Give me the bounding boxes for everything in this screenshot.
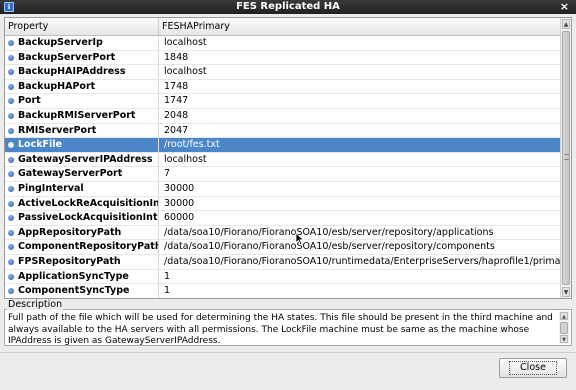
- table-row[interactable]: GatewayServerIPAddress localhost: [5, 152, 561, 168]
- desc-scroll-up-icon[interactable]: ▲: [560, 312, 568, 320]
- property-name-cell[interactable]: BackupHAIPAddress: [5, 65, 159, 80]
- desc-scrollbar-thumb[interactable]: [560, 322, 568, 334]
- property-name: BackupServerPort: [18, 51, 116, 63]
- property-name-cell[interactable]: Port: [5, 94, 159, 109]
- property-name-cell[interactable]: BackupRMIServerPort: [5, 108, 159, 123]
- property-name: RMIServerPort: [18, 124, 97, 136]
- table-header: Property FESHAPrimary: [5, 18, 561, 36]
- property-name-cell[interactable]: LockFile: [5, 138, 159, 153]
- property-value-cell[interactable]: 30000: [159, 197, 561, 211]
- table-row[interactable]: BackupRMIServerPort 2048: [5, 108, 561, 124]
- table-row[interactable]: Port 1747: [5, 94, 561, 109]
- description-scrollbar[interactable]: ▲ ▼: [559, 311, 570, 344]
- property-value-cell[interactable]: 1: [159, 284, 561, 298]
- property-name: PingInterval: [18, 182, 84, 194]
- table-row[interactable]: BackupServerIp localhost: [5, 36, 561, 51]
- property-name: BackupHAIPAddress: [18, 66, 126, 78]
- property-value-cell[interactable]: 1: [159, 270, 561, 284]
- scroll-up-arrow-icon[interactable]: ▲: [562, 19, 570, 29]
- property-value-cell[interactable]: /root/fes.txt: [159, 138, 561, 152]
- property-name: AppRepositoryPath: [18, 226, 122, 238]
- grip-icon: [564, 154, 569, 160]
- property-value-cell[interactable]: 1748: [159, 80, 561, 94]
- property-name-cell[interactable]: FPSRepositoryPath: [5, 254, 159, 269]
- table-row[interactable]: BackupHAIPAddress localhost: [5, 65, 561, 80]
- property-value-cell[interactable]: localhost: [159, 65, 561, 79]
- property-name: ComponentSyncType: [18, 285, 130, 297]
- column-header-property[interactable]: Property: [5, 18, 159, 36]
- property-value-cell[interactable]: 1848: [159, 51, 561, 65]
- property-value-cell[interactable]: 7: [159, 167, 561, 181]
- property-value-cell[interactable]: 2048: [159, 109, 561, 123]
- table-row[interactable]: FPSRepositoryPath/data/soa10/Fiorano/Fio…: [5, 254, 561, 270]
- table-row[interactable]: ComponentRepositoryPath/data/soa10/Fiora…: [5, 240, 561, 255]
- property-name: ComponentRepositoryPath: [18, 241, 159, 253]
- property-name-cell[interactable]: ComponentSyncType: [5, 284, 159, 298]
- table-row[interactable]: AppRepositoryPath/data/soa10/Fiorano/Fio…: [5, 225, 561, 241]
- desc-scroll-down-icon[interactable]: ▼: [560, 335, 568, 343]
- title-bar: ℹ FES Replicated HA ×: [0, 0, 576, 14]
- window-title: FES Replicated HA: [236, 1, 340, 12]
- property-value-cell[interactable]: 30000: [159, 182, 561, 196]
- property-name-cell[interactable]: RMIServerPort: [5, 123, 159, 138]
- property-name: LockFile: [18, 139, 62, 151]
- property-value-cell[interactable]: /data/soa10/Fiorano/FioranoSOA10/esb/ser…: [159, 226, 561, 240]
- property-value-cell[interactable]: 2047: [159, 124, 561, 138]
- table-body: BackupServerIp localhost BackupServerPort 1…: [5, 36, 561, 298]
- description-box: Full path of the file which will be used…: [4, 309, 572, 346]
- property-name-cell[interactable]: ActiveLockReAcquisitionInte: [5, 196, 159, 211]
- property-name: BackupServerIp: [18, 37, 103, 48]
- table-vertical-scrollbar[interactable]: ▲ ▼: [560, 18, 571, 298]
- table-row[interactable]: LockFile/root/fes.txt: [5, 138, 561, 153]
- property-name: ApplicationSyncType: [18, 270, 129, 282]
- property-name-cell[interactable]: PassiveLockAcquisitionInter: [5, 211, 159, 226]
- property-name-cell[interactable]: BackupServerPort: [5, 50, 159, 65]
- property-name: Port: [18, 95, 41, 107]
- close-button-label: Close: [509, 361, 557, 375]
- property-name: ActiveLockReAcquisitionInte: [18, 197, 159, 209]
- mouse-cursor-icon: [295, 232, 305, 246]
- description-label: Description: [7, 299, 64, 310]
- scroll-down-arrow-icon[interactable]: ▼: [562, 287, 570, 297]
- property-value-cell[interactable]: /data/soa10/Fiorano/FioranoSOA10/runtime…: [159, 255, 561, 269]
- property-value-cell[interactable]: 60000: [159, 211, 561, 225]
- property-name: BackupHAPort: [18, 80, 96, 92]
- property-value-cell[interactable]: /data/soa10/Fiorano/FioranoSOA10/esb/ser…: [159, 240, 561, 254]
- property-value-cell[interactable]: localhost: [159, 153, 561, 167]
- property-name-cell[interactable]: ApplicationSyncType: [5, 269, 159, 284]
- description-group: Full path of the file which will be used…: [4, 299, 572, 346]
- property-name-cell[interactable]: AppRepositoryPath: [5, 225, 159, 240]
- close-button[interactable]: Close: [499, 358, 567, 378]
- property-name: GatewayServerIPAddress: [18, 153, 153, 165]
- property-name: FPSRepositoryPath: [18, 255, 121, 267]
- table-row[interactable]: BackupServerPort 1848: [5, 50, 561, 66]
- scrollbar-thumb[interactable]: [562, 31, 570, 285]
- table-row[interactable]: ComponentSyncType 1: [5, 284, 561, 298]
- property-name-cell[interactable]: GatewayServerPort: [5, 167, 159, 182]
- divider: [0, 352, 576, 353]
- table-row[interactable]: RMIServerPort 2047: [5, 123, 561, 139]
- property-value-cell[interactable]: localhost: [159, 36, 561, 50]
- property-name: BackupRMIServerPort: [18, 109, 136, 121]
- property-name: PassiveLockAcquisitionInter: [18, 212, 159, 224]
- table-row[interactable]: PassiveLockAcquisitionInter 60000: [5, 211, 561, 226]
- table-row[interactable]: ActiveLockReAcquisitionInte 30000: [5, 196, 561, 212]
- description-text: Full path of the file which will be used…: [8, 313, 553, 346]
- column-header-value[interactable]: FESHAPrimary: [159, 18, 561, 36]
- table-row[interactable]: PingInterval 30000: [5, 181, 561, 197]
- property-name-cell[interactable]: GatewayServerIPAddress: [5, 152, 159, 167]
- window-close-icon[interactable]: ×: [560, 0, 569, 14]
- table-row[interactable]: BackupHAPort 1748: [5, 79, 561, 95]
- property-name-cell[interactable]: BackupServerIp: [5, 36, 159, 50]
- property-name-cell[interactable]: ComponentRepositoryPath: [5, 240, 159, 255]
- property-name-cell[interactable]: PingInterval: [5, 181, 159, 196]
- property-value-cell[interactable]: 1747: [159, 94, 561, 108]
- property-name-cell[interactable]: BackupHAPort: [5, 79, 159, 94]
- table-row[interactable]: GatewayServerPort 7: [5, 167, 561, 182]
- table-row[interactable]: ApplicationSyncType 1: [5, 269, 561, 285]
- property-name: GatewayServerPort: [18, 168, 123, 180]
- property-table: Property FESHAPrimary BackupServerIp loca…: [4, 17, 572, 299]
